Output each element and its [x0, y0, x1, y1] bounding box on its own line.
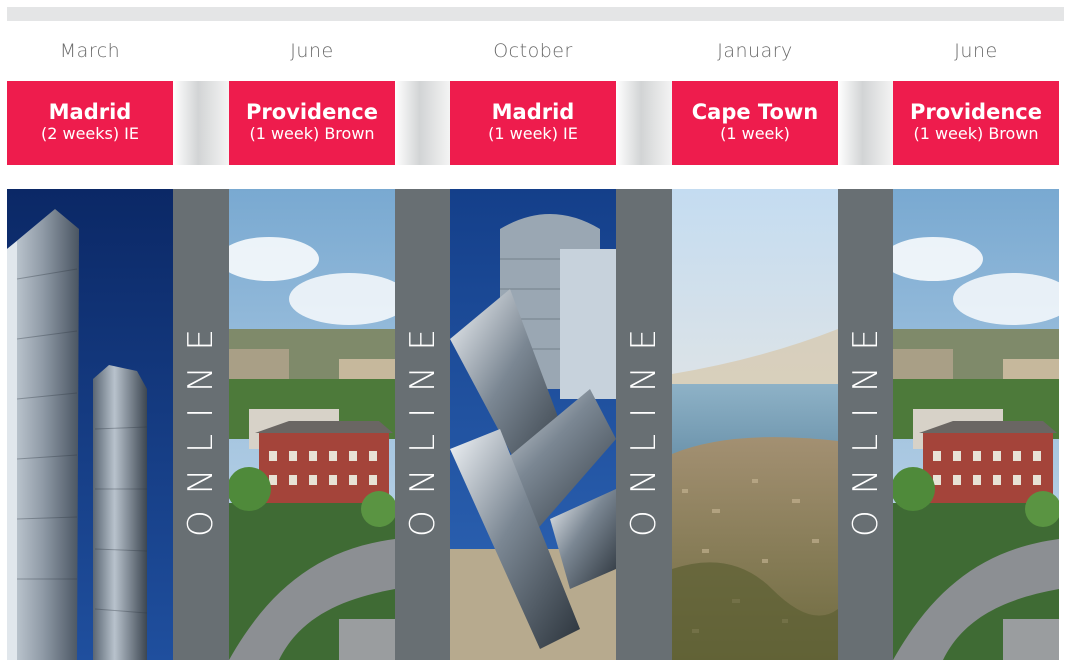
card-separator-4 [838, 81, 893, 165]
month-label-4: January [717, 40, 793, 62]
card-separator-1 [173, 81, 229, 165]
month-label-3: October [493, 40, 573, 62]
photo-providence-campus-2 [893, 189, 1059, 660]
month-label-5: June [954, 40, 998, 62]
card-detail: (1 week) [720, 124, 790, 143]
photo-madrid-towers [7, 189, 173, 660]
top-bar [7, 7, 1064, 21]
destination-card-cape-town-january[interactable]: Cape Town (1 week) [672, 81, 838, 165]
destination-card-madrid-march[interactable]: Madrid (2 weeks) IE [7, 81, 173, 165]
card-separator-3 [616, 81, 672, 165]
month-label-1: March [59, 40, 121, 62]
online-label: ONLINE [845, 312, 886, 537]
online-band-2: ONLINE [395, 189, 450, 660]
card-city: Madrid [491, 100, 575, 124]
card-city: Cape Town [691, 100, 819, 124]
destination-card-providence-june-2[interactable]: Providence (1 week) Brown [893, 81, 1059, 165]
month-label-2: June [290, 40, 334, 62]
online-band-4: ONLINE [838, 189, 893, 660]
card-separator-2 [395, 81, 450, 165]
online-label: ONLINE [181, 312, 221, 537]
online-label: ONLINE [624, 312, 664, 537]
card-detail: (2 weeks) IE [40, 124, 140, 143]
card-city: Providence [246, 100, 378, 124]
destination-card-madrid-october[interactable]: Madrid (1 week) IE [450, 81, 616, 165]
card-detail: (1 week) Brown [249, 124, 375, 143]
photo-madrid-sculpture [450, 189, 616, 660]
online-band-1: ONLINE [173, 189, 229, 660]
destination-card-providence-june[interactable]: Providence (1 week) Brown [229, 81, 395, 165]
card-detail: (1 week) Brown [913, 124, 1039, 143]
photo-providence-campus [229, 189, 395, 660]
online-label: ONLINE [402, 312, 443, 537]
photo-cape-town-aerial [672, 189, 838, 660]
card-detail: (1 week) IE [488, 124, 578, 143]
card-city: Providence [910, 100, 1042, 124]
card-city: Madrid [48, 100, 132, 124]
online-band-3: ONLINE [616, 189, 672, 660]
